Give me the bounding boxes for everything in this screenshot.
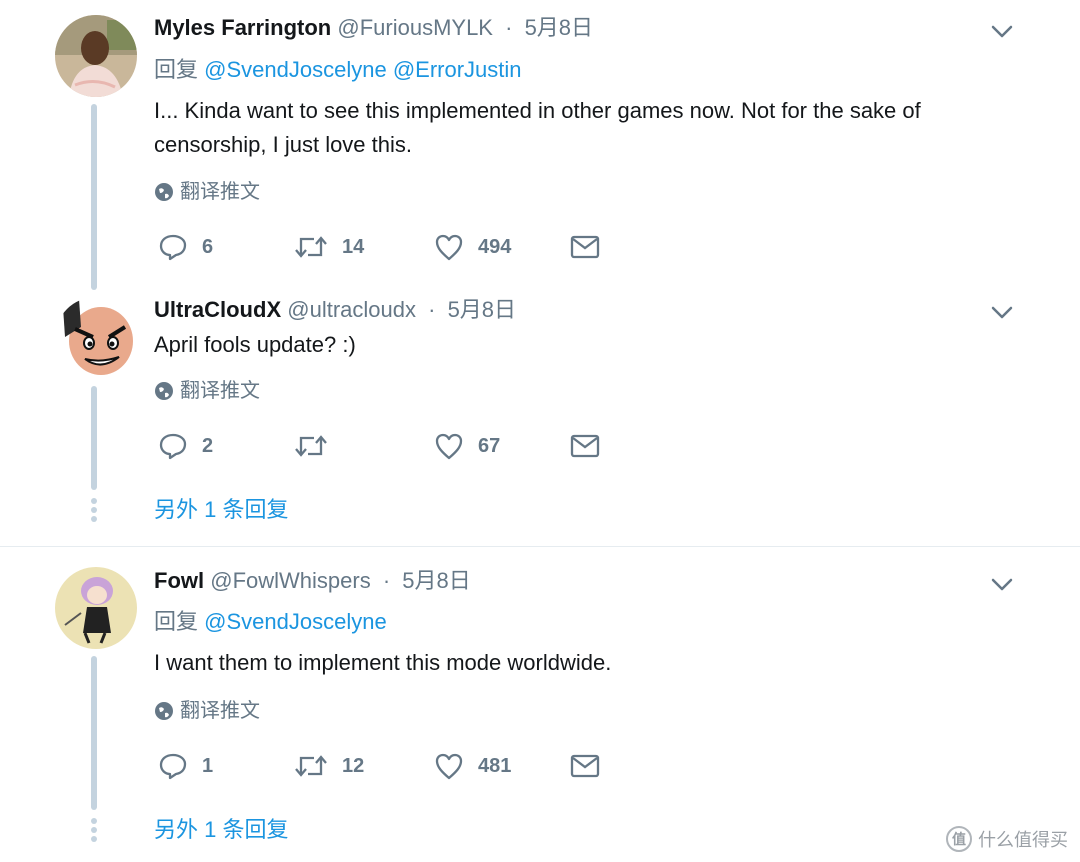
chevron-down-icon[interactable]: [990, 577, 1014, 593]
retweet-button[interactable]: [294, 431, 342, 461]
thread-dot: [91, 827, 97, 833]
thread-dot: [91, 516, 97, 522]
reply-count: 6: [202, 235, 214, 258]
direct-message-button[interactable]: [570, 232, 600, 262]
show-more-replies-link[interactable]: 另外 1 条回复: [154, 812, 288, 844]
author-handle[interactable]: @ultracloudx: [287, 297, 416, 322]
translate-label: 翻译推文: [180, 700, 260, 722]
author-name[interactable]: Myles Farrington: [154, 15, 331, 40]
divider: [0, 546, 1080, 547]
translate-tweet-link[interactable]: 翻译推文: [154, 699, 260, 723]
reply-count: 2: [202, 434, 214, 457]
watermark-text: 什么值得买: [978, 830, 1068, 850]
retweet-count: 14: [342, 235, 365, 258]
retweet-icon: [295, 755, 327, 777]
tweet-text: April fools update? :): [154, 332, 356, 357]
direct-message-icon: [570, 434, 600, 458]
translate-tweet-link[interactable]: 翻译推文: [154, 180, 260, 204]
direct-message-button[interactable]: [570, 431, 600, 461]
chevron-down-icon[interactable]: [990, 305, 1014, 321]
avatar[interactable]: [55, 567, 137, 649]
like-icon: [435, 753, 463, 780]
globe-icon: [155, 702, 173, 720]
globe-icon: [155, 382, 173, 400]
thread-line: [91, 104, 97, 290]
reply-button[interactable]: 1: [158, 751, 213, 781]
like-button[interactable]: 494: [434, 232, 511, 262]
replying-to: 回复 @SvendJoscelyne: [154, 608, 387, 636]
site-watermark: 值 什么值得买: [946, 826, 1068, 852]
replying-to: 回复 @SvendJoscelyne @ErrorJustin: [154, 56, 522, 84]
tweet-header: UltraCloudX @ultracloudx · 5月8日: [154, 296, 516, 324]
avatar[interactable]: [55, 15, 137, 97]
thread-line: [91, 386, 97, 490]
mention-link[interactable]: @SvendJoscelyne: [204, 57, 387, 82]
thread-dot: [91, 818, 97, 824]
thread-line: [91, 656, 97, 810]
reply-button[interactable]: 2: [158, 431, 213, 461]
like-count: 494: [478, 235, 512, 258]
author-handle[interactable]: @FowlWhispers: [210, 568, 370, 593]
mention-link[interactable]: @SvendJoscelyne: [204, 609, 387, 634]
translate-label: 翻译推文: [180, 181, 260, 203]
globe-icon: [155, 183, 173, 201]
tweet-date[interactable]: 5月8日: [402, 568, 470, 593]
thread-dot: [91, 836, 97, 842]
reply-button[interactable]: 6: [158, 232, 213, 262]
tweet-header: Myles Farrington @FuriousMYLK · 5月8日: [154, 14, 593, 42]
direct-message-button[interactable]: [570, 751, 600, 781]
thread-dot: [91, 507, 97, 513]
reply-icon: [159, 433, 187, 460]
tweet-header: Fowl @FowlWhispers · 5月8日: [154, 567, 471, 595]
retweet-button[interactable]: 14: [294, 232, 364, 262]
author-handle[interactable]: @FuriousMYLK: [337, 15, 493, 40]
reply-prefix: 回复: [154, 609, 199, 634]
author-name[interactable]: UltraCloudX: [154, 297, 281, 322]
tweet-date[interactable]: 5月8日: [525, 15, 593, 40]
tweet-text: I want them to implement this mode world…: [154, 650, 612, 675]
like-button[interactable]: 481: [434, 751, 511, 781]
mention-link[interactable]: @ErrorJustin: [393, 57, 522, 82]
like-button[interactable]: 67: [434, 431, 500, 461]
like-icon: [435, 234, 463, 261]
reply-icon: [159, 753, 187, 780]
like-count: 67: [478, 434, 501, 457]
watermark-logo: 值: [946, 826, 972, 852]
thread-dot: [91, 498, 97, 504]
retweet-button[interactable]: 12: [294, 751, 364, 781]
separator: ·: [382, 568, 391, 593]
author-name[interactable]: Fowl: [154, 568, 204, 593]
chevron-down-icon[interactable]: [990, 24, 1014, 40]
retweet-icon: [295, 236, 327, 258]
like-count: 481: [478, 754, 512, 777]
reply-prefix: 回复: [154, 57, 199, 82]
translate-label: 翻译推文: [180, 380, 260, 402]
show-more-replies-link[interactable]: 另外 1 条回复: [154, 492, 288, 524]
reply-icon: [159, 234, 187, 261]
avatar[interactable]: [55, 297, 137, 379]
like-icon: [435, 433, 463, 460]
reply-count: 1: [202, 754, 214, 777]
tweet-text: I... Kinda want to see this implemented …: [154, 98, 921, 157]
retweet-icon: [295, 435, 327, 457]
separator: ·: [505, 15, 513, 40]
retweet-count: 12: [342, 754, 365, 777]
direct-message-icon: [570, 754, 600, 778]
tweet-date[interactable]: 5月8日: [448, 297, 516, 322]
direct-message-icon: [570, 235, 600, 259]
separator: ·: [428, 297, 436, 322]
translate-tweet-link[interactable]: 翻译推文: [154, 379, 260, 403]
